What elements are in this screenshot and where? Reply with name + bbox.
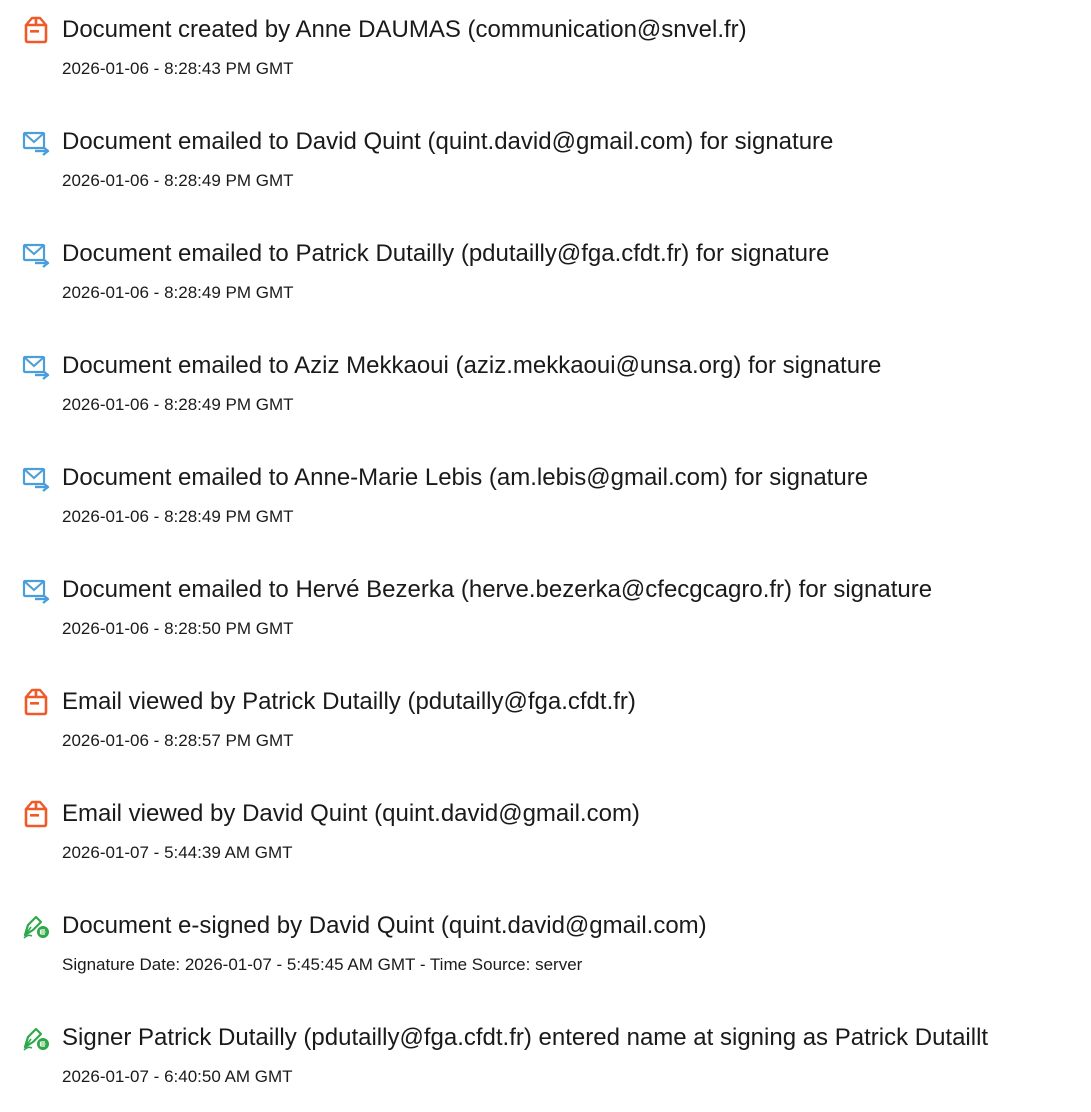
audit-entry: Email viewed by David Quint (quint.david… xyxy=(0,798,1091,888)
entry-title: Document emailed to David Quint (quint.d… xyxy=(62,128,834,155)
entry-timestamp: 2026-01-06 - 8:28:57 PM GMT xyxy=(62,731,294,750)
audit-entry: Document emailed to Hervé Bezerka (herve… xyxy=(0,574,1091,664)
entry-title: Document emailed to Anne-Marie Lebis (am… xyxy=(62,464,869,491)
audit-entry: Email viewed by Patrick Dutailly (pdutai… xyxy=(0,686,1091,776)
audit-entry: Document emailed to Anne-Marie Lebis (am… xyxy=(0,462,1091,552)
entry-title: Document emailed to Aziz Mekkaoui (aziz.… xyxy=(62,352,882,379)
entry-title: Document emailed to Hervé Bezerka (herve… xyxy=(62,576,933,603)
entry-timestamp: 2026-01-06 - 8:28:43 PM GMT xyxy=(62,59,294,78)
entry-timestamp: 2026-01-06 - 8:28:49 PM GMT xyxy=(62,171,294,190)
entry-timestamp: 2026-01-06 - 8:28:50 PM GMT xyxy=(62,619,294,638)
entry-signature-date: Signature Date: 2026-01-07 - 5:45:45 AM … xyxy=(62,955,583,974)
entry-timestamp: 2026-01-06 - 8:28:49 PM GMT xyxy=(62,507,294,526)
entry-timestamp: 2026-01-07 - 6:40:50 AM GMT xyxy=(62,1067,293,1086)
entry-timestamp: 2026-01-06 - 8:28:49 PM GMT xyxy=(62,283,294,302)
entry-title: Email viewed by Patrick Dutailly (pdutai… xyxy=(62,688,636,715)
entry-timestamp: 2026-01-07 - 5:44:39 AM GMT xyxy=(62,843,293,862)
document-created-icon xyxy=(22,16,50,44)
email-sent-icon xyxy=(22,352,50,380)
e-signed-icon xyxy=(22,912,50,940)
audit-entry: Document emailed to David Quint (quint.d… xyxy=(0,126,1091,216)
audit-entry: Document emailed to Patrick Dutailly (pd… xyxy=(0,238,1091,328)
audit-entry: Document created by Anne DAUMAS (communi… xyxy=(0,14,1091,104)
email-sent-icon xyxy=(22,464,50,492)
email-viewed-icon xyxy=(22,800,50,828)
audit-entry: Document e-signed by David Quint (quint.… xyxy=(0,910,1091,1000)
audit-entry: Document emailed to Aziz Mekkaoui (aziz.… xyxy=(0,350,1091,440)
e-signed-icon xyxy=(22,1024,50,1052)
entry-title: Email viewed by David Quint (quint.david… xyxy=(62,800,640,827)
entry-title: Document emailed to Patrick Dutailly (pd… xyxy=(62,240,830,267)
entry-timestamp: 2026-01-06 - 8:28:49 PM GMT xyxy=(62,395,294,414)
entry-title: Signer Patrick Dutailly (pdutailly@fga.c… xyxy=(62,1024,989,1051)
email-sent-icon xyxy=(22,240,50,268)
entry-title: Document e-signed by David Quint (quint.… xyxy=(62,912,707,939)
email-viewed-icon xyxy=(22,688,50,716)
email-sent-icon xyxy=(22,128,50,156)
entry-title: Document created by Anne DAUMAS (communi… xyxy=(62,16,747,43)
audit-entry: Signer Patrick Dutailly (pdutailly@fga.c… xyxy=(0,1022,1091,1112)
email-sent-icon xyxy=(22,576,50,604)
